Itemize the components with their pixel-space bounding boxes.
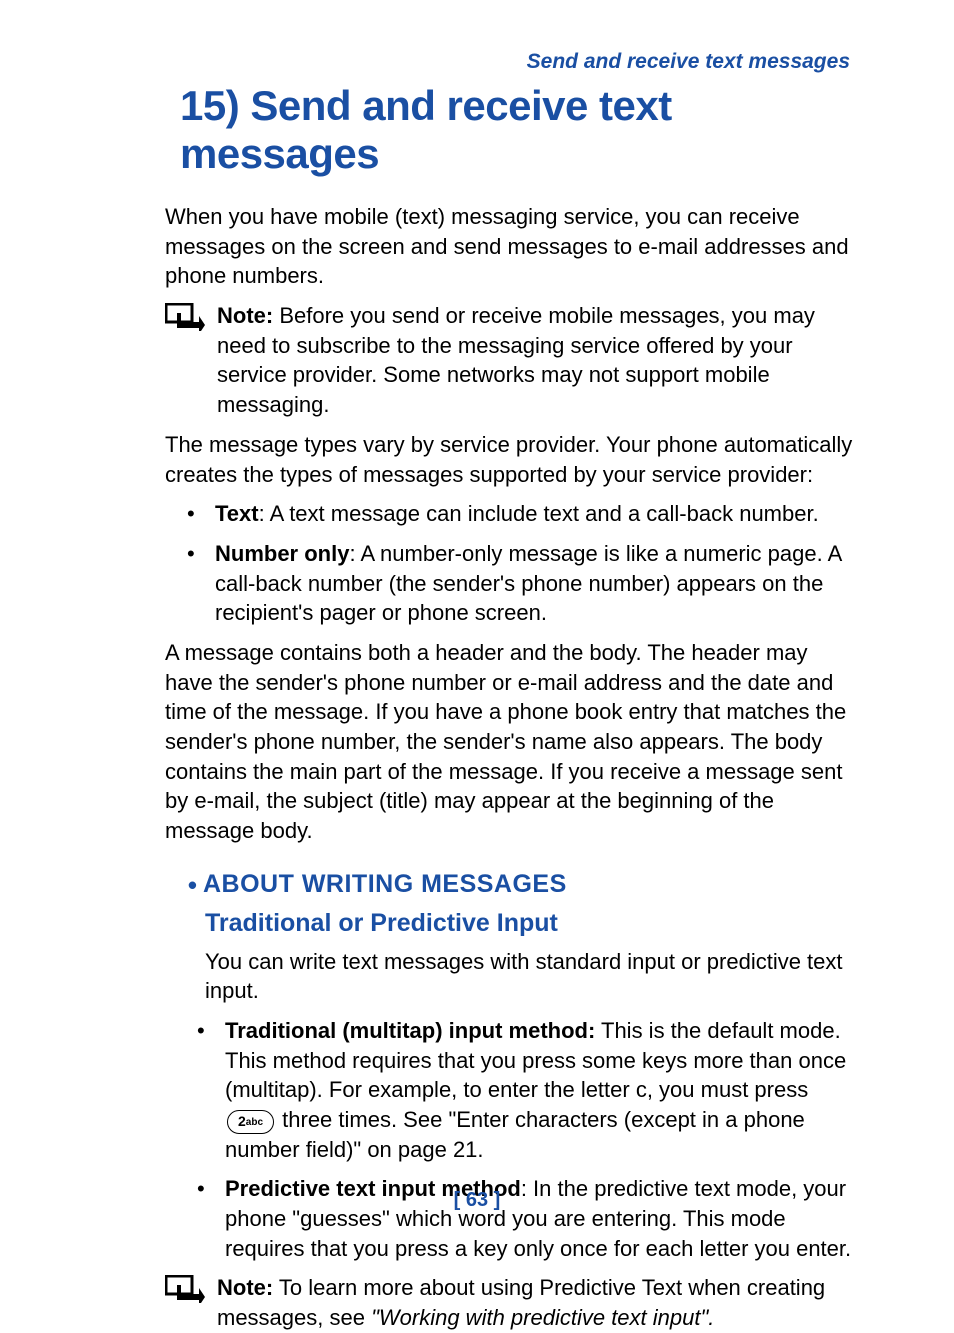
type-label: Number only [215, 541, 349, 566]
note-text: Note: Before you send or receive mobile … [213, 301, 854, 420]
note-arrow-icon [165, 301, 213, 339]
method-label: Traditional (multitap) input method: [225, 1018, 595, 1043]
page-number: [ 63 ] [0, 1189, 954, 1212]
note-body: Before you send or receive mobile messag… [217, 303, 815, 417]
note-block: Note: Before you send or receive mobile … [165, 301, 854, 420]
subsection-body: You can write text messages with standar… [165, 947, 854, 1333]
subsection-heading: Traditional or Predictive Input [205, 907, 854, 941]
bullet-icon: • [165, 868, 203, 903]
note-block: Note: To learn more about using Predicti… [165, 1273, 854, 1332]
note-label: Note: [217, 303, 273, 328]
note-reference: "Working with predictive text input". [371, 1305, 714, 1330]
input-methods-list: Traditional (multitap) input method: Thi… [205, 1016, 854, 1264]
message-types-list: Text: A text message can include text an… [165, 499, 854, 628]
running-header: Send and receive text messages [90, 50, 854, 74]
paragraph-input-intro: You can write text messages with standar… [205, 947, 854, 1006]
body: When you have mobile (text) messaging se… [90, 202, 854, 1333]
key-number: 2 [238, 1113, 246, 1129]
intro-paragraph: When you have mobile (text) messaging se… [165, 202, 854, 291]
page-title: 15) Send and receive text messages [90, 82, 854, 178]
key-letters: abc [246, 1117, 263, 1128]
note-label: Note: [217, 1275, 273, 1300]
section-heading-row: •ABOUT WRITING MESSAGES [165, 868, 854, 903]
type-text: : A text message can include text and a … [259, 501, 819, 526]
paragraph-header-body: A message contains both a header and the… [165, 638, 854, 846]
list-item: Number only: A number-only message is li… [195, 539, 854, 628]
note-arrow-icon [165, 1273, 213, 1311]
type-label: Text [215, 501, 259, 526]
page: Send and receive text messages 15) Send … [0, 0, 954, 1248]
paragraph-types-intro: The message types vary by service provid… [165, 430, 854, 489]
key-2abc-icon: 2abc [227, 1110, 274, 1134]
section-heading: ABOUT WRITING MESSAGES [203, 870, 567, 898]
method-text-post: three times. See "Enter characters (exce… [225, 1107, 805, 1162]
list-item: Traditional (multitap) input method: Thi… [205, 1016, 854, 1164]
note-text: Note: To learn more about using Predicti… [213, 1273, 854, 1332]
list-item: Text: A text message can include text an… [195, 499, 854, 529]
list-item: Predictive text input method: In the pre… [205, 1174, 854, 1263]
